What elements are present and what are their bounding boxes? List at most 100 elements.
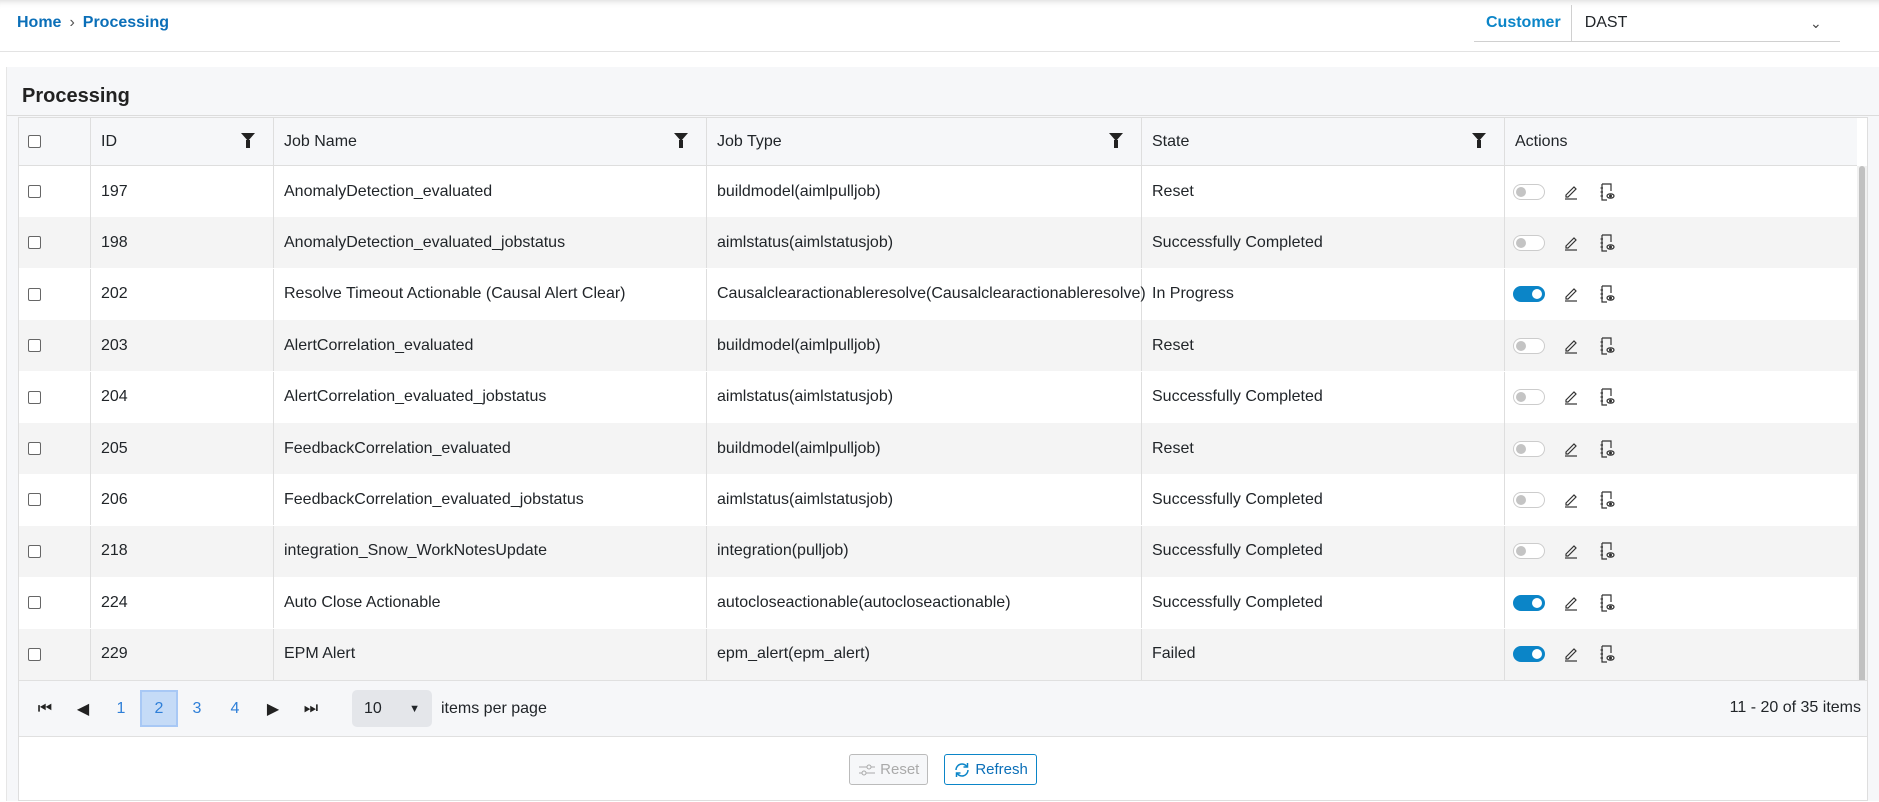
- job-state: Successfully Completed: [1152, 233, 1323, 251]
- last-page-button[interactable]: ⏭: [292, 690, 330, 727]
- enable-toggle[interactable]: [1513, 286, 1545, 303]
- job-id: 205: [101, 439, 128, 457]
- edit-icon[interactable]: [1561, 490, 1581, 510]
- view-log-icon[interactable]: [1597, 284, 1617, 304]
- edit-icon[interactable]: [1561, 336, 1581, 356]
- breadcrumb-current: Processing: [82, 14, 170, 31]
- customer-select[interactable]: Customer DAST ⌄: [1474, 5, 1840, 42]
- row-checkbox[interactable]: [28, 596, 41, 610]
- job-type: buildmodel(aimlpulljob): [717, 439, 881, 457]
- row-checkbox[interactable]: [28, 185, 41, 198]
- job-name: FeedbackCorrelation_evaluated: [284, 439, 511, 457]
- row-checkbox[interactable]: [28, 390, 41, 404]
- next-page-button[interactable]: ▶: [254, 690, 292, 727]
- table-row: 204 AlertCorrelation_evaluated_jobstatus…: [19, 371, 1857, 423]
- column-job-type[interactable]: Job Type: [707, 118, 1142, 165]
- enable-toggle[interactable]: [1513, 234, 1545, 251]
- reset-label: Reset: [880, 761, 920, 778]
- enable-toggle[interactable]: [1513, 594, 1545, 611]
- page-1-button[interactable]: 1: [102, 690, 140, 727]
- column-actions: Actions: [1505, 118, 1857, 165]
- row-checkbox[interactable]: [28, 236, 41, 250]
- filter-icon[interactable]: [674, 133, 688, 148]
- view-log-icon[interactable]: [1597, 439, 1617, 459]
- enable-toggle[interactable]: [1513, 646, 1545, 663]
- view-log-icon[interactable]: [1597, 233, 1617, 253]
- enable-toggle[interactable]: [1513, 183, 1545, 200]
- edit-icon[interactable]: [1561, 439, 1581, 459]
- view-log-icon[interactable]: [1597, 182, 1617, 202]
- job-state: Reset: [1152, 336, 1194, 354]
- enable-toggle[interactable]: [1513, 491, 1545, 508]
- job-id: 202: [101, 285, 128, 303]
- job-id: 218: [101, 542, 128, 560]
- page-4-button[interactable]: 4: [216, 690, 254, 727]
- view-log-icon[interactable]: [1597, 593, 1617, 613]
- row-checkbox[interactable]: [28, 442, 41, 455]
- row-checkbox[interactable]: [28, 287, 41, 301]
- page-size-value: 10: [364, 699, 382, 717]
- enable-toggle[interactable]: [1513, 543, 1545, 560]
- enable-toggle[interactable]: [1513, 389, 1545, 406]
- prev-page-button[interactable]: ◀: [64, 690, 102, 727]
- select-all-checkbox[interactable]: [28, 135, 41, 148]
- job-state: Reset: [1152, 439, 1194, 457]
- edit-icon[interactable]: [1561, 233, 1581, 253]
- column-label: Actions: [1515, 132, 1568, 150]
- refresh-icon: [955, 762, 970, 777]
- view-log-icon[interactable]: [1597, 336, 1617, 356]
- breadcrumb-home[interactable]: Home: [17, 14, 61, 32]
- job-name: AnomalyDetection_evaluated_jobstatus: [284, 233, 566, 251]
- table-header: ID Job Name Job Type State Actions: [19, 118, 1857, 166]
- row-checkbox[interactable]: [28, 493, 41, 507]
- table-row: 229 EPM Alert epm_alert(epm_alert) Faile…: [19, 628, 1857, 680]
- job-type: aimlstatus(aimlstatusjob): [717, 233, 894, 251]
- reset-button[interactable]: Reset: [849, 754, 929, 785]
- edit-icon[interactable]: [1561, 541, 1581, 561]
- view-log-icon[interactable]: [1597, 541, 1617, 561]
- column-job-name[interactable]: Job Name: [274, 118, 707, 165]
- filter-icon[interactable]: [1472, 133, 1486, 148]
- edit-icon[interactable]: [1561, 644, 1581, 664]
- view-log-icon[interactable]: [1597, 644, 1617, 664]
- divider: [7, 115, 1879, 116]
- items-per-page-label: items per page: [441, 699, 547, 717]
- job-name: AnomalyDetection_evaluated: [284, 182, 493, 200]
- edit-icon[interactable]: [1561, 387, 1581, 407]
- chevron-right-icon: ›: [69, 14, 75, 31]
- view-log-icon[interactable]: [1597, 490, 1617, 510]
- job-type: Causalclearactionableresolve(Causalclear…: [717, 285, 1146, 303]
- table-row: 203 AlertCorrelation_evaluated buildmode…: [19, 320, 1857, 372]
- column-state[interactable]: State: [1142, 118, 1505, 165]
- row-checkbox[interactable]: [28, 544, 41, 558]
- customer-value[interactable]: DAST: [1572, 14, 1810, 32]
- edit-icon[interactable]: [1561, 593, 1581, 613]
- job-type: buildmodel(aimlpulljob): [717, 182, 881, 200]
- table-row: 198 AnomalyDetection_evaluated_jobstatus…: [19, 217, 1857, 269]
- enable-toggle[interactable]: [1513, 440, 1545, 457]
- view-log-icon[interactable]: [1597, 387, 1617, 407]
- column-id[interactable]: ID: [91, 118, 274, 165]
- processing-panel: Processing ID Job Name Job Type State Ac…: [6, 67, 1879, 801]
- sliders-icon: [859, 764, 876, 775]
- page-2-button[interactable]: 2: [140, 690, 178, 727]
- refresh-button[interactable]: Refresh: [944, 754, 1037, 785]
- edit-icon[interactable]: [1561, 182, 1581, 202]
- vertical-scrollbar[interactable]: [1857, 166, 1867, 696]
- row-checkbox[interactable]: [28, 647, 41, 661]
- page-3-button[interactable]: 3: [178, 690, 216, 727]
- first-page-button[interactable]: ⏮: [26, 690, 64, 727]
- table-row: 202 Resolve Timeout Actionable (Causal A…: [19, 268, 1857, 320]
- job-type: autocloseactionable(autocloseactionable): [717, 593, 1011, 611]
- table-row: 224 Auto Close Actionable autocloseactio…: [19, 577, 1857, 629]
- enable-toggle[interactable]: [1513, 337, 1545, 354]
- row-checkbox[interactable]: [28, 339, 41, 353]
- job-state: In Progress: [1152, 285, 1234, 303]
- job-state: Reset: [1152, 182, 1194, 200]
- job-name: AlertCorrelation_evaluated_jobstatus: [284, 388, 547, 406]
- page-size-select[interactable]: 10 ▼: [352, 690, 432, 727]
- filter-icon[interactable]: [1109, 133, 1123, 148]
- chevron-down-icon[interactable]: ⌄: [1810, 15, 1840, 32]
- filter-icon[interactable]: [241, 133, 255, 148]
- edit-icon[interactable]: [1561, 284, 1581, 304]
